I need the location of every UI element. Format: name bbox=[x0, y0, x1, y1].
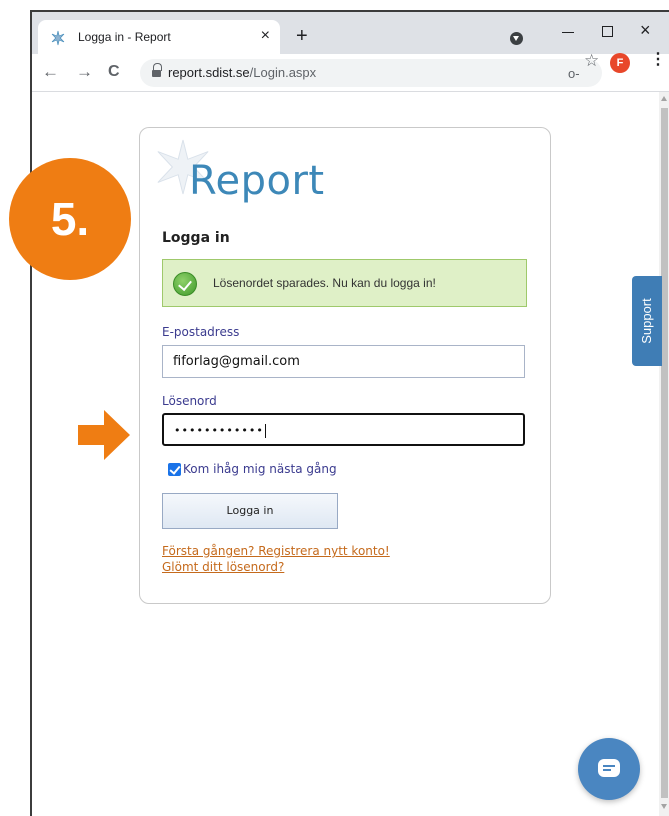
lock-icon[interactable] bbox=[152, 63, 162, 78]
support-tab[interactable]: Support bbox=[632, 276, 662, 366]
address-bar[interactable]: report.sdist.se/Login.aspx o- bbox=[140, 59, 602, 87]
url-text[interactable]: report.sdist.se/Login.aspx bbox=[168, 65, 316, 80]
page-title: Logga in bbox=[162, 230, 230, 246]
new-tab-icon[interactable]: + bbox=[296, 26, 308, 46]
tab-search-icon[interactable] bbox=[510, 32, 523, 45]
remember-label[interactable]: Kom ihåg mig nästa gång bbox=[183, 462, 337, 476]
password-mask: •••••••••••• bbox=[174, 424, 264, 437]
scrollbar-thumb[interactable] bbox=[661, 108, 668, 798]
login-button[interactable]: Logga in bbox=[162, 493, 338, 529]
chat-icon bbox=[598, 759, 620, 777]
register-link[interactable]: Första gången? Registrera nytt konto! bbox=[162, 544, 390, 558]
scroll-up-icon[interactable] bbox=[661, 96, 667, 101]
report-logo: Report bbox=[189, 158, 325, 204]
support-label: Support bbox=[639, 298, 654, 344]
password-key-icon[interactable]: o- bbox=[568, 66, 580, 81]
reload-icon[interactable]: C bbox=[108, 62, 120, 82]
minimize-icon[interactable] bbox=[562, 32, 574, 33]
maximize-icon[interactable] bbox=[602, 26, 613, 37]
scroll-down-icon[interactable] bbox=[661, 804, 667, 809]
email-label: E-postadress bbox=[162, 325, 240, 339]
login-card: Report Logga in Lösenordet sparades. Nu … bbox=[139, 127, 551, 604]
alert-message: Lösenordet sparades. Nu kan du logga in! bbox=[213, 276, 436, 290]
step-number-badge: 5. bbox=[9, 158, 131, 280]
pointer-arrow-icon bbox=[78, 410, 130, 460]
chat-button[interactable] bbox=[578, 738, 640, 800]
success-alert: Lösenordet sparades. Nu kan du logga in! bbox=[162, 259, 527, 307]
browser-toolbar: ← → C report.sdist.se/Login.aspx o- bbox=[32, 54, 669, 92]
tab-title: Logga in - Report bbox=[78, 30, 171, 44]
tab-bar: Logga in - Report × + × bbox=[32, 12, 669, 54]
email-field[interactable]: fiforlag@gmail.com bbox=[162, 345, 525, 378]
forgot-password-link[interactable]: Glömt ditt lösenord? bbox=[162, 560, 284, 574]
forward-icon[interactable]: → bbox=[76, 62, 93, 82]
password-field[interactable]: •••••••••••• bbox=[162, 413, 525, 446]
window-close-icon[interactable]: × bbox=[640, 20, 651, 40]
tab-active[interactable]: Logga in - Report × bbox=[38, 20, 280, 54]
tab-close-icon[interactable]: × bbox=[261, 26, 270, 46]
back-icon[interactable]: ← bbox=[42, 62, 59, 82]
text-caret bbox=[264, 424, 266, 438]
check-circle-icon bbox=[173, 272, 197, 296]
password-label: Lösenord bbox=[162, 394, 217, 408]
report-favicon-icon bbox=[51, 30, 65, 46]
browser-menu-icon[interactable]: ⋮ bbox=[650, 50, 666, 70]
profile-avatar[interactable]: F bbox=[610, 53, 630, 73]
remember-checkbox[interactable] bbox=[168, 463, 181, 476]
bookmark-star-icon[interactable]: ☆ bbox=[584, 51, 599, 71]
